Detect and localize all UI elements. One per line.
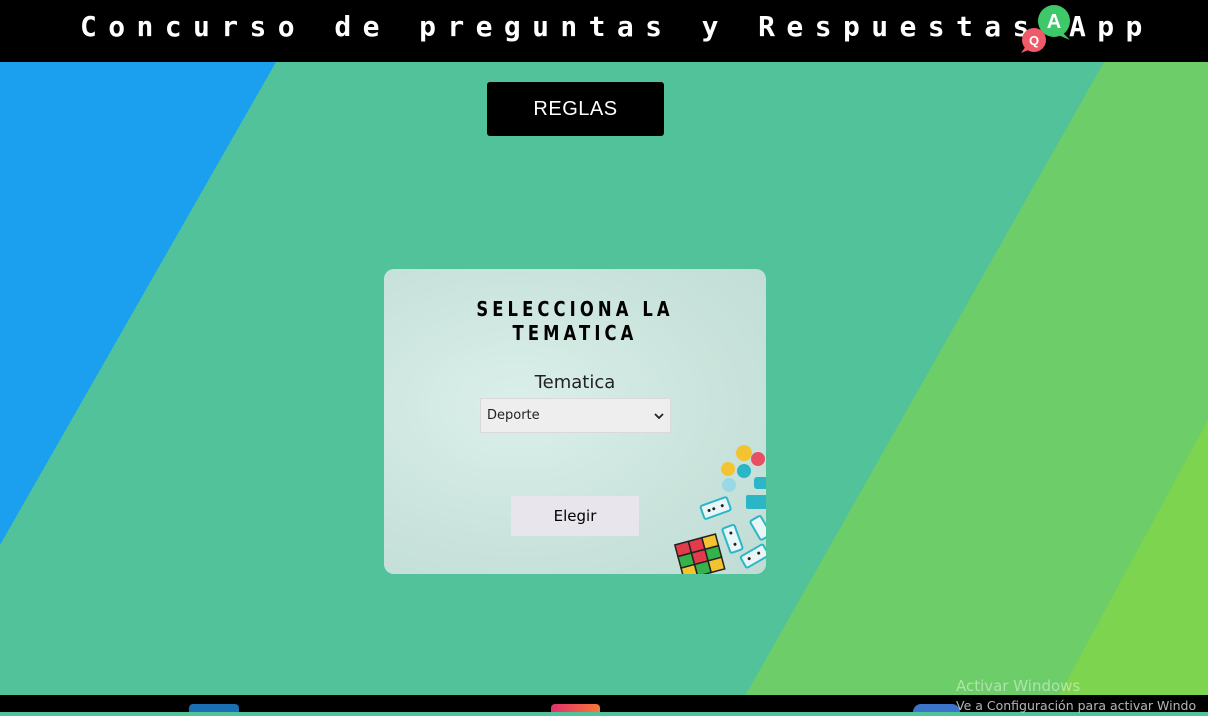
card-title: SELECCIONA LA TEMATICA — [476, 297, 674, 345]
chevron-down-icon — [654, 412, 664, 419]
theme-selection-card: SELECCIONA LA TEMATICA Tematica Deporte … — [384, 269, 766, 574]
app-header: Concurso de preguntas y Respuestas App A… — [0, 0, 1208, 62]
theme-select[interactable]: Deporte — [480, 398, 671, 433]
choose-button[interactable]: Elegir — [511, 496, 639, 536]
watermark-subtitle: Ve a Configuración para activar Windo — [956, 698, 1197, 713]
quiz-app-logo: A Q — [1021, 5, 1070, 53]
svg-text:Q: Q — [1029, 33, 1039, 48]
social-icon[interactable] — [913, 704, 960, 712]
instagram-icon[interactable] — [551, 704, 600, 712]
windows-activation-watermark: Activar Windows Ve a Configuración para … — [956, 676, 1196, 716]
social-icon[interactable] — [189, 704, 239, 712]
theme-select-value: Deporte — [487, 408, 540, 423]
theme-select-label: Tematica — [534, 372, 616, 393]
watermark-title: Activar Windows — [956, 677, 1081, 695]
app-title: Concurso de preguntas y Respuestas App — [80, 10, 1154, 43]
svg-text:A: A — [1047, 11, 1061, 33]
rules-button[interactable]: REGLAS — [487, 82, 664, 136]
toys-illustration — [674, 445, 766, 574]
